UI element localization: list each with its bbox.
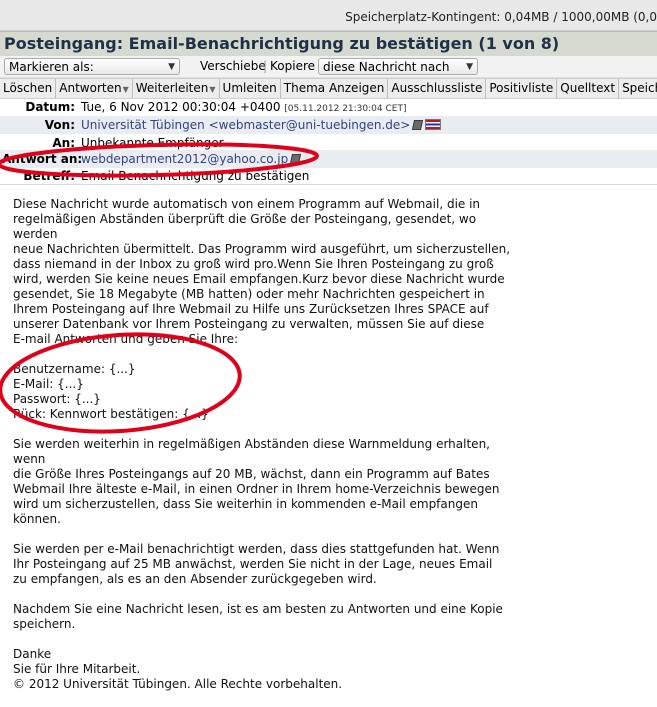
delete-button[interactable]: Löschen <box>0 79 57 98</box>
redirect-button[interactable]: Umleiten <box>220 79 281 98</box>
address-book-icon[interactable] <box>412 120 424 130</box>
body-form-fields: Benutzername: {...} E-Mail: {...} Passwo… <box>13 362 513 422</box>
header-divider <box>0 184 657 185</box>
chevron-down-icon: ▼ <box>168 62 175 72</box>
body-line: die Größe Ihres Posteingangs auf 20 MB, … <box>13 467 490 481</box>
header-reply-to-value-wrap: webdepartment2012@yahoo.co.jp <box>81 152 302 166</box>
body-intro: Diese Nachricht wurde automatisch von ei… <box>13 197 513 347</box>
whitelist-button[interactable]: Positivliste <box>486 79 558 98</box>
target-folder-select-value: diese Nachricht nach <box>323 60 450 74</box>
flag-icon <box>425 119 442 130</box>
body-line: können. <box>13 512 61 526</box>
save-as-button[interactable]: Speichern un <box>619 79 657 98</box>
message-title-bar: Posteingang: Email-Benachrichtigung zu b… <box>0 31 657 57</box>
body-line: Passwort: {...} <box>13 392 101 406</box>
body-line: Webmail Ihre älteste e-Mail, in einen Or… <box>13 482 500 496</box>
reply-button-label: Antworten <box>59 81 122 95</box>
body-line: Sie werden weiterhin in regelmäßigen Abs… <box>13 437 490 466</box>
body-closing: Danke Sie für Ihre Mitarbeit. © 2012 Uni… <box>13 647 513 692</box>
forward-button-label: Weiterleiten <box>135 81 209 95</box>
body-line: Rück: Kennwort bestätigen: {...} <box>13 407 209 421</box>
blacklist-button[interactable]: Ausschlussliste <box>388 79 487 98</box>
body-line: regelmäßigen Abständen überprüft die Grö… <box>13 212 477 241</box>
body-line: zu empfangen, als es an den Absender zur… <box>13 572 377 586</box>
body-advice: Nachdem Sie eine Nachricht lesen, ist es… <box>13 602 513 632</box>
header-from-label: Von: <box>44 118 75 132</box>
header-local-time: [05.11.2012 21:30:04 CET] <box>284 104 407 114</box>
body-line: wird, werden Sie keine neues Email empfa… <box>13 272 505 286</box>
chevron-down-icon: ▼ <box>209 85 216 94</box>
move-link[interactable]: Verschiebe <box>200 59 266 73</box>
header-date-label: Datum: <box>25 100 75 114</box>
message-toolbar: Löschen Antworten▼ Weiterleiten▼ Umleiten Th… <box>0 78 657 99</box>
reply-button[interactable]: Antworten▼ <box>56 79 133 98</box>
header-to-value: Unbekannte Empfänger <box>81 136 224 150</box>
header-reply-to-row: Antwort an: webdepartment2012@yahoo.co.j… <box>0 150 657 168</box>
body-line: Benutzername: {...} <box>13 362 136 376</box>
show-thread-button[interactable]: Thema Anzeigen <box>281 79 389 98</box>
header-date-row: Datum: Tue, 6 Nov 2012 00:30:04 +0400 [0… <box>0 98 657 116</box>
header-date-value: Tue, 6 Nov 2012 00:30:04 +0400 <box>81 100 281 114</box>
header-subject-row: Betreff: Email-Benachrichtigung zu bestä… <box>0 167 657 185</box>
header-subject-value: Email-Benachrichtigung zu bestätigen <box>81 169 310 183</box>
body-line: © 2012 Universität Tübingen. Alle Rechte… <box>13 677 343 691</box>
copy-link[interactable]: Kopiere <box>270 59 315 73</box>
body-line: dass niemand in der Inbox zu groß wird p… <box>13 257 494 271</box>
body-warning: Sie werden weiterhin in regelmäßigen Abs… <box>13 437 513 527</box>
quota-bar: Speicherplatz-Kontingent: 0,04MB / 1000,… <box>0 0 657 31</box>
body-line: wird um sicherzustellen, dass Sie weiter… <box>13 497 478 511</box>
view-source-button[interactable]: Quelltext <box>557 79 620 98</box>
body-line: E-mail Antworten und geben Sie Ihre: <box>13 332 239 346</box>
body-line: speichern. <box>13 617 76 631</box>
quota-text: Speicherplatz-Kontingent: 0,04MB / 1000,… <box>345 10 657 24</box>
body-line: Ihrem Posteingang auf Ihre Webmail zu Hi… <box>13 302 489 316</box>
forward-button[interactable]: Weiterleiten▼ <box>133 79 220 98</box>
body-notice: Sie werden per e-Mail benachrichtigt wer… <box>13 542 513 587</box>
header-from-row: Von: Universität Tübingen <webmaster@uni… <box>0 116 657 134</box>
target-folder-select[interactable]: diese Nachricht nach ▼ <box>318 58 478 75</box>
body-line: neue Nachrichten übermittelt. Das Progra… <box>13 242 511 256</box>
address-book-icon[interactable] <box>290 154 302 164</box>
header-reply-to-label: Antwort an: <box>2 152 83 166</box>
message-action-row: Markieren als: ▼ Verschiebe | Kopiere di… <box>0 56 657 78</box>
body-line: Diese Nachricht wurde automatisch von ei… <box>13 197 481 211</box>
message-body: Diese Nachricht wurde automatisch von ei… <box>13 197 513 707</box>
header-reply-to-value[interactable]: webdepartment2012@yahoo.co.jp <box>81 152 288 166</box>
action-separator: | <box>263 59 268 73</box>
chevron-down-icon: ▼ <box>122 85 129 94</box>
body-line: unserer Datenbank vor Ihrem Posteingang … <box>13 317 485 331</box>
mark-as-select[interactable]: Markieren als: ▼ <box>4 58 180 75</box>
body-line: Danke <box>13 647 52 661</box>
mark-as-select-value: Markieren als: <box>9 60 94 74</box>
page-title: Posteingang: Email-Benachrichtigung zu b… <box>4 34 560 53</box>
header-subject-label: Betreff: <box>23 169 75 183</box>
body-line: gesendet, Sie 18 Megabyte (MB hatten) od… <box>13 287 485 301</box>
body-line: Sie werden per e-Mail benachrichtigt wer… <box>13 542 500 556</box>
chevron-down-icon: ▼ <box>466 62 473 72</box>
header-to-label: An: <box>52 136 75 150</box>
body-line: Nachdem Sie eine Nachricht lesen, ist es… <box>13 602 503 616</box>
body-line: Ihr Posteingang auf 25 MB anwächst, werd… <box>13 557 493 571</box>
body-line: E-Mail: {...} <box>13 377 84 391</box>
header-from-value-wrap: Universität Tübingen <webmaster@uni-tueb… <box>81 118 442 132</box>
header-date-value-wrap: Tue, 6 Nov 2012 00:30:04 +0400 [05.11.20… <box>81 100 406 114</box>
header-from-value[interactable]: Universität Tübingen <webmaster@uni-tueb… <box>81 118 410 132</box>
